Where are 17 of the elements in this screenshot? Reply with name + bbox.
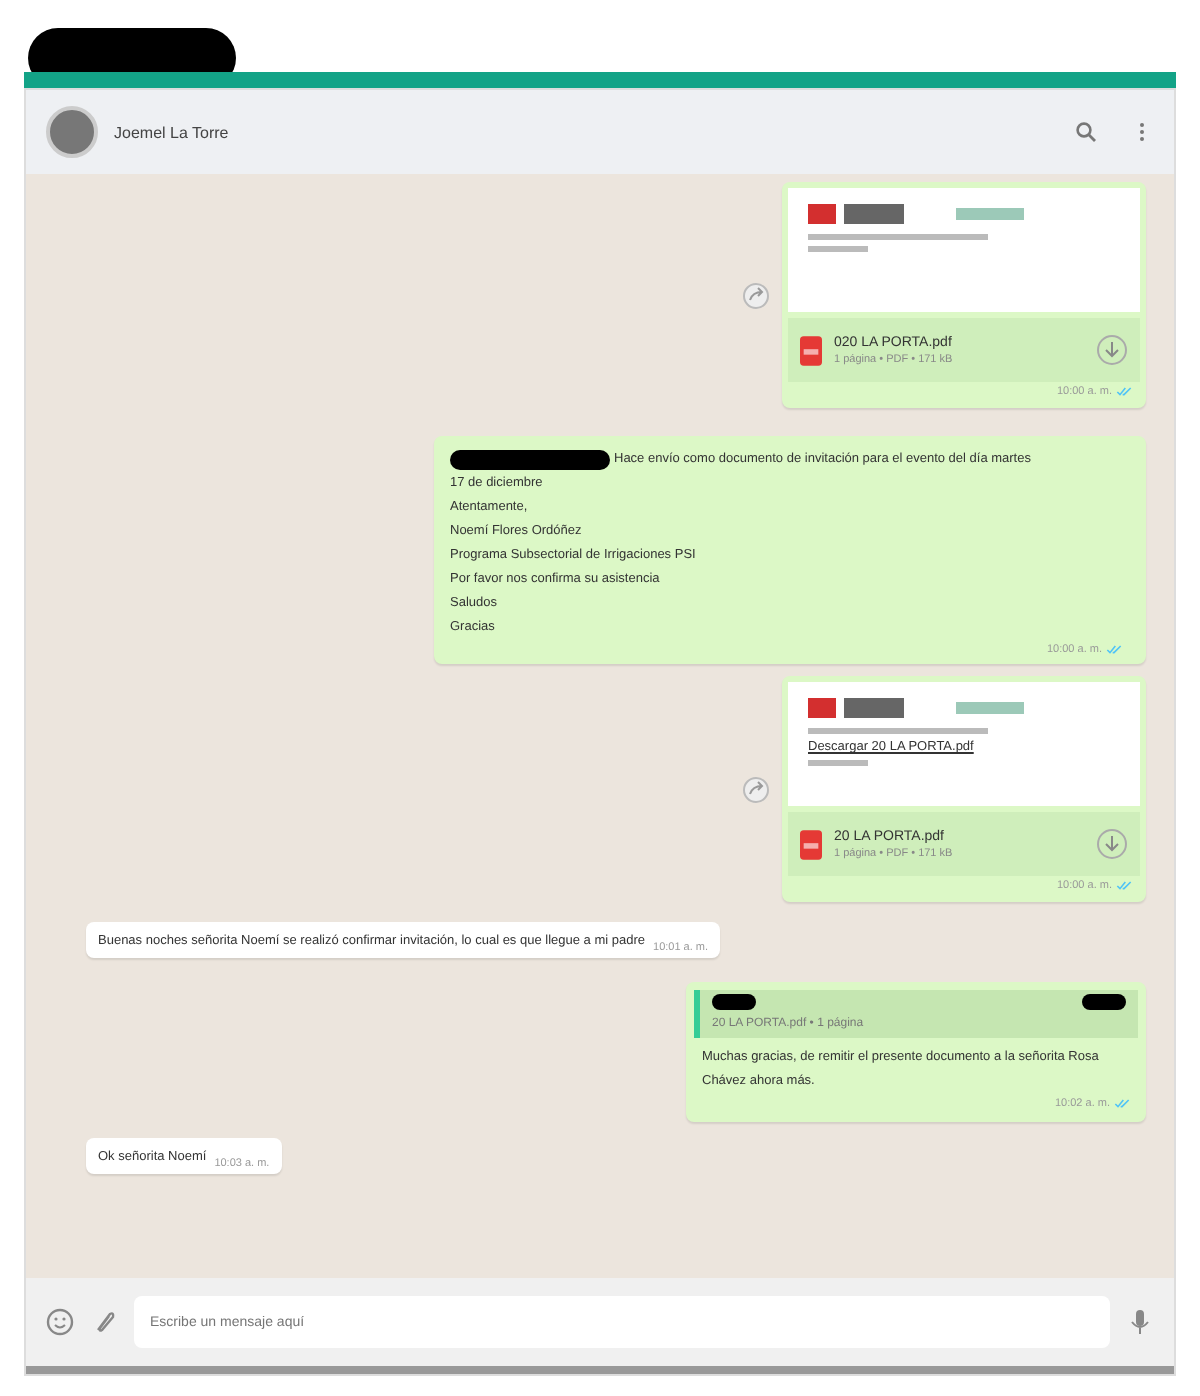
microphone-icon[interactable]	[1126, 1308, 1154, 1336]
double-check-icon	[1114, 1098, 1130, 1110]
double-check-icon	[1106, 644, 1122, 656]
forward-icon[interactable]	[742, 775, 770, 803]
redaction-mark	[712, 994, 756, 1010]
redaction-mark	[1082, 994, 1126, 1010]
pdf-icon	[800, 829, 822, 859]
avatar-icon[interactable]	[46, 106, 98, 158]
contact-name[interactable]: Joemel La Torre	[114, 123, 229, 141]
emoji-icon[interactable]	[46, 1308, 74, 1336]
double-check-icon	[1116, 386, 1132, 398]
pdf-icon	[800, 335, 822, 365]
download-icon[interactable]	[1096, 828, 1128, 860]
download-icon[interactable]	[1096, 334, 1128, 366]
forward-icon[interactable]	[742, 281, 770, 309]
double-check-icon	[1116, 880, 1132, 892]
search-icon[interactable]	[1074, 120, 1098, 144]
